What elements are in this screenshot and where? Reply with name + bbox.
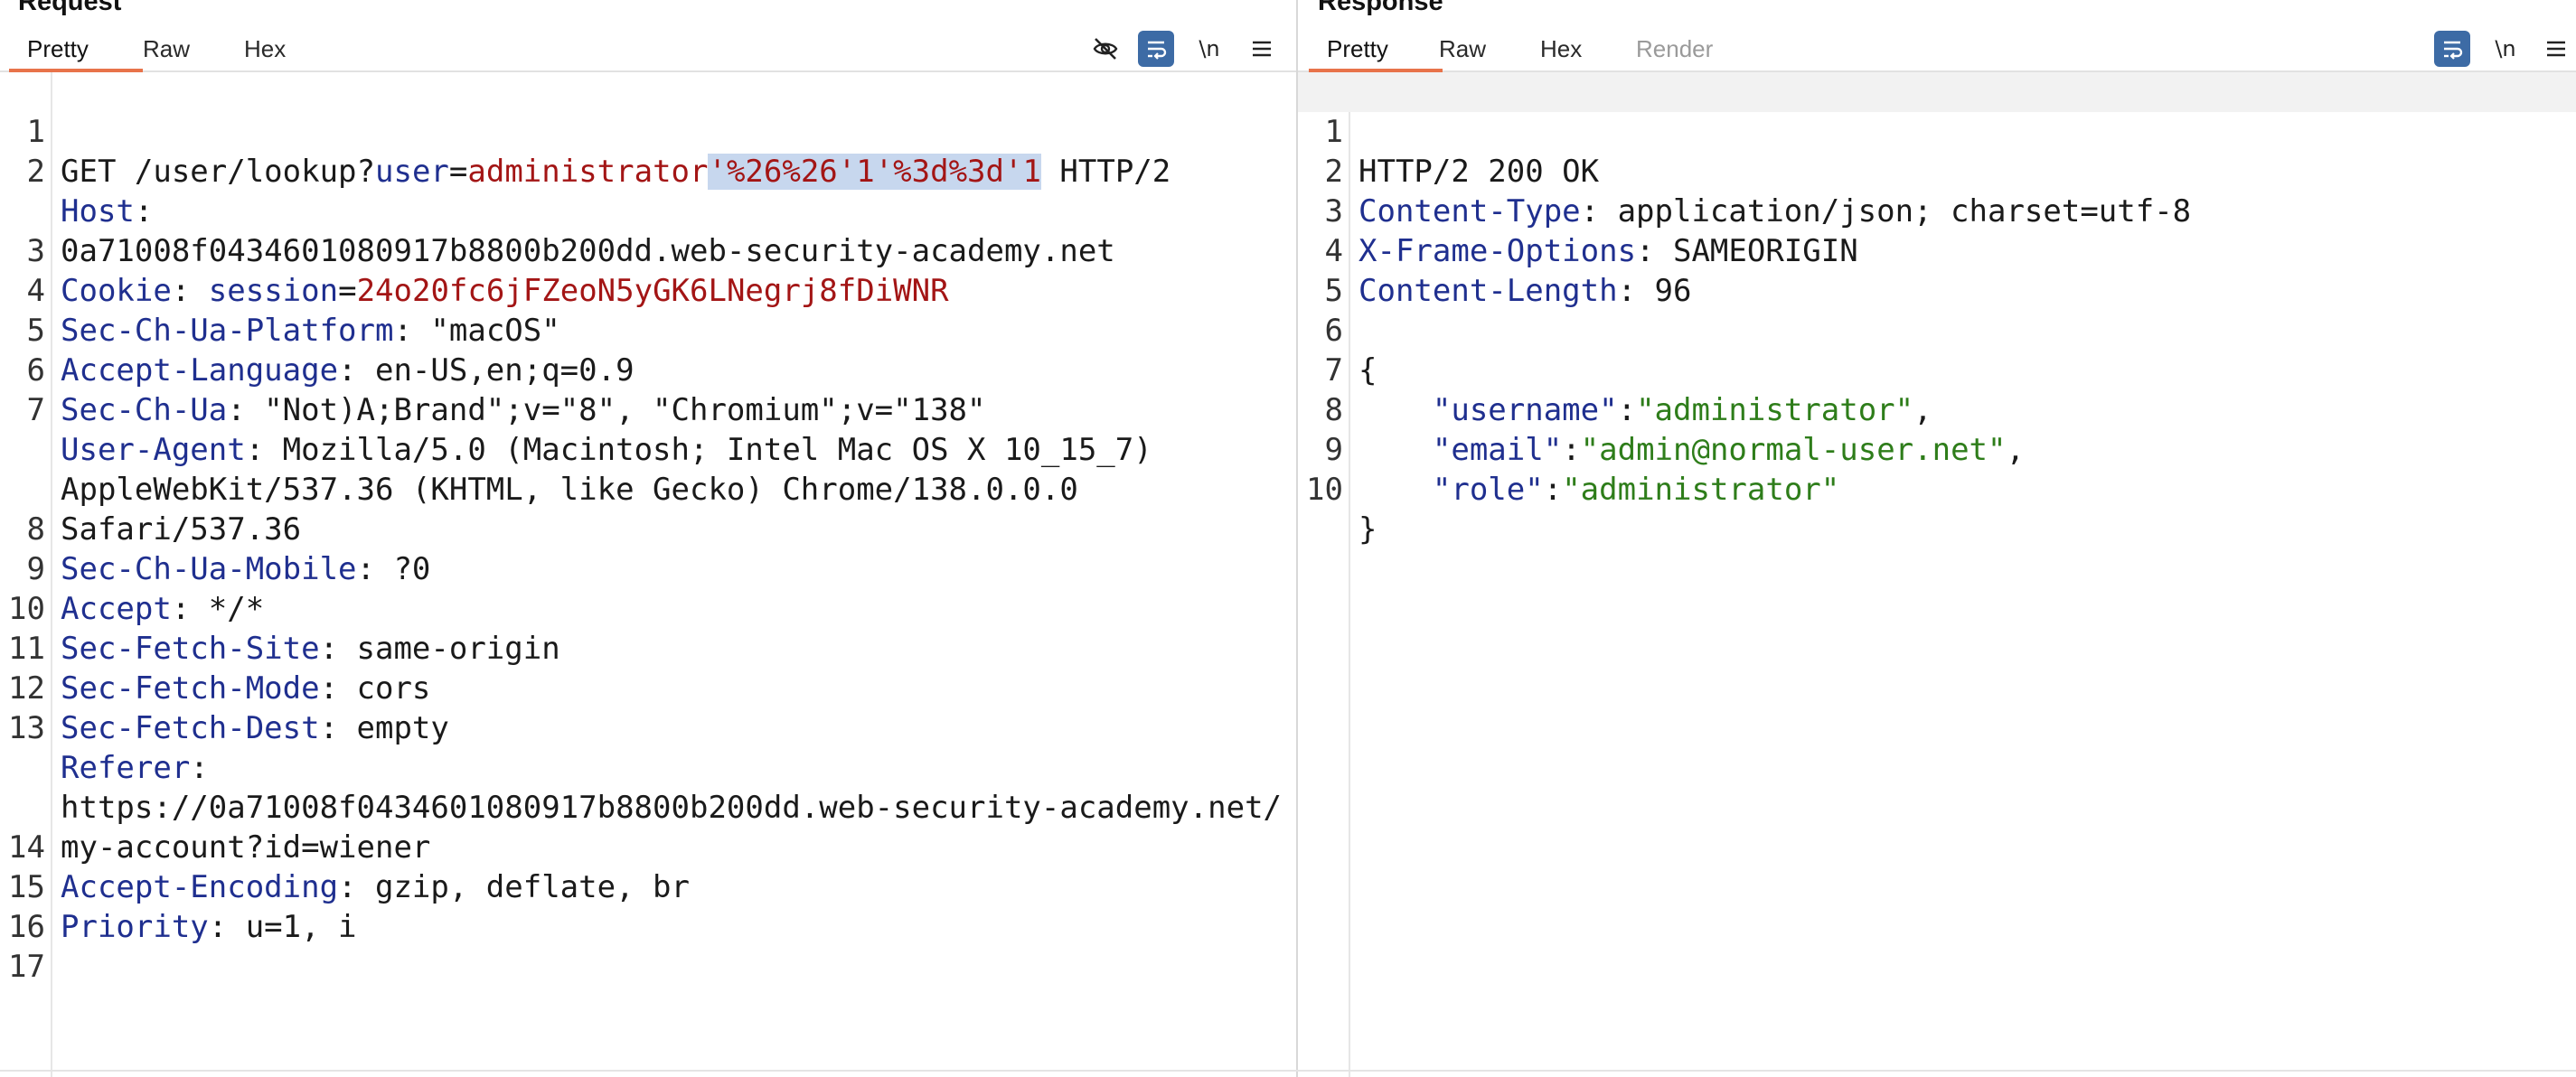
- header-line: 12 Sec-Fetch-Dest: empty: [8, 670, 449, 746]
- empty-line: 16: [8, 909, 45, 945]
- tab-raw[interactable]: Raw: [134, 31, 199, 67]
- empty-line: 5: [1324, 273, 1343, 309]
- tab-hex[interactable]: Hex: [235, 31, 295, 67]
- response-panel: Response Pretty Raw Hex Render \n 1 HTTP…: [1298, 0, 2576, 1077]
- header-line: 3 Cookie: session=24o20fc6jFZeoN5yGK6LNe…: [26, 233, 949, 309]
- header-line: 2 Content-Type: application/json; charse…: [1324, 154, 2192, 229]
- response-editor[interactable]: 1 HTTP/2 200 OK 2 Content-Type: applicat…: [1298, 72, 2576, 1077]
- request-title: Request: [18, 0, 122, 16]
- json-line: 9 "role":"administrator": [1324, 432, 1840, 508]
- header-line: 3 X-Frame-Options: SAMEORIGIN: [1324, 193, 1858, 269]
- header-line: 9 Accept: */*: [26, 551, 265, 627]
- response-title: Response: [1318, 0, 1443, 16]
- json-line: 10 }: [1306, 472, 1377, 548]
- status-line: 1 HTTP/2 200 OK: [1298, 72, 2576, 190]
- json-line: 8 "email":"admin@normal-user.net",: [1324, 392, 2025, 468]
- header-line: 8 Sec-Ch-Ua-Mobile: ?0: [26, 511, 431, 587]
- tab-render[interactable]: Render: [1627, 31, 1722, 67]
- request-tabbar: Pretty Raw Hex \n: [0, 25, 1296, 72]
- request-panel: Request Pretty Raw Hex \n 1 GET /user/lo…: [0, 0, 1296, 1077]
- bottom-border: [0, 1070, 2576, 1072]
- tab-pretty[interactable]: Pretty: [9, 31, 143, 72]
- request-editor[interactable]: 1 GET /user/lookup?user=administrator'%2…: [0, 72, 1296, 1077]
- header-line: 6 Sec-Ch-Ua: "Not)A;Brand";v="8", "Chrom…: [26, 352, 986, 428]
- header-line: 4 Content-Length: 96: [1324, 233, 1692, 309]
- eye-off-icon[interactable]: [1087, 31, 1123, 67]
- header-line: 4 Sec-Ch-Ua-Platform: "macOS": [26, 273, 560, 349]
- newline-toggle[interactable]: \n: [2487, 31, 2524, 67]
- header-line: 13 Referer: https://0a71008f043460108091…: [8, 710, 1283, 866]
- header-line: 10 Sec-Fetch-Site: same-origin: [8, 591, 560, 667]
- tab-raw[interactable]: Raw: [1430, 31, 1495, 67]
- tab-hex[interactable]: Hex: [1531, 31, 1591, 67]
- json-line: 6 {: [1324, 313, 1377, 389]
- header-line: 7 User-Agent: Mozilla/5.0 (Macintosh; In…: [26, 392, 1171, 548]
- wrap-icon[interactable]: [1138, 31, 1174, 67]
- response-tabbar: Pretty Raw Hex Render \n: [1298, 25, 2576, 72]
- empty-line: 17: [8, 949, 45, 985]
- tab-pretty[interactable]: Pretty: [1309, 31, 1443, 72]
- header-line: 2 Host: 0a71008f0434601080917b8800b200dd…: [26, 154, 1115, 269]
- header-line: 14 Accept-Encoding: gzip, deflate, br: [8, 829, 690, 905]
- wrap-icon[interactable]: [2434, 31, 2470, 67]
- newline-label: \n: [1199, 36, 1220, 61]
- header-line: 15 Priority: u=1, i: [8, 869, 357, 945]
- header-line: 11 Sec-Fetch-Mode: cors: [8, 631, 431, 707]
- json-line: 7 "username":"administrator",: [1324, 352, 1932, 428]
- request-line: 1 GET /user/lookup?user=administrator'%2…: [26, 114, 1171, 190]
- menu-icon[interactable]: [1244, 31, 1280, 67]
- menu-icon[interactable]: [2538, 31, 2574, 67]
- header-line: 5 Accept-Language: en-US,en;q=0.9: [26, 313, 635, 389]
- newline-toggle[interactable]: \n: [1191, 31, 1227, 67]
- newline-label: \n: [2495, 36, 2516, 61]
